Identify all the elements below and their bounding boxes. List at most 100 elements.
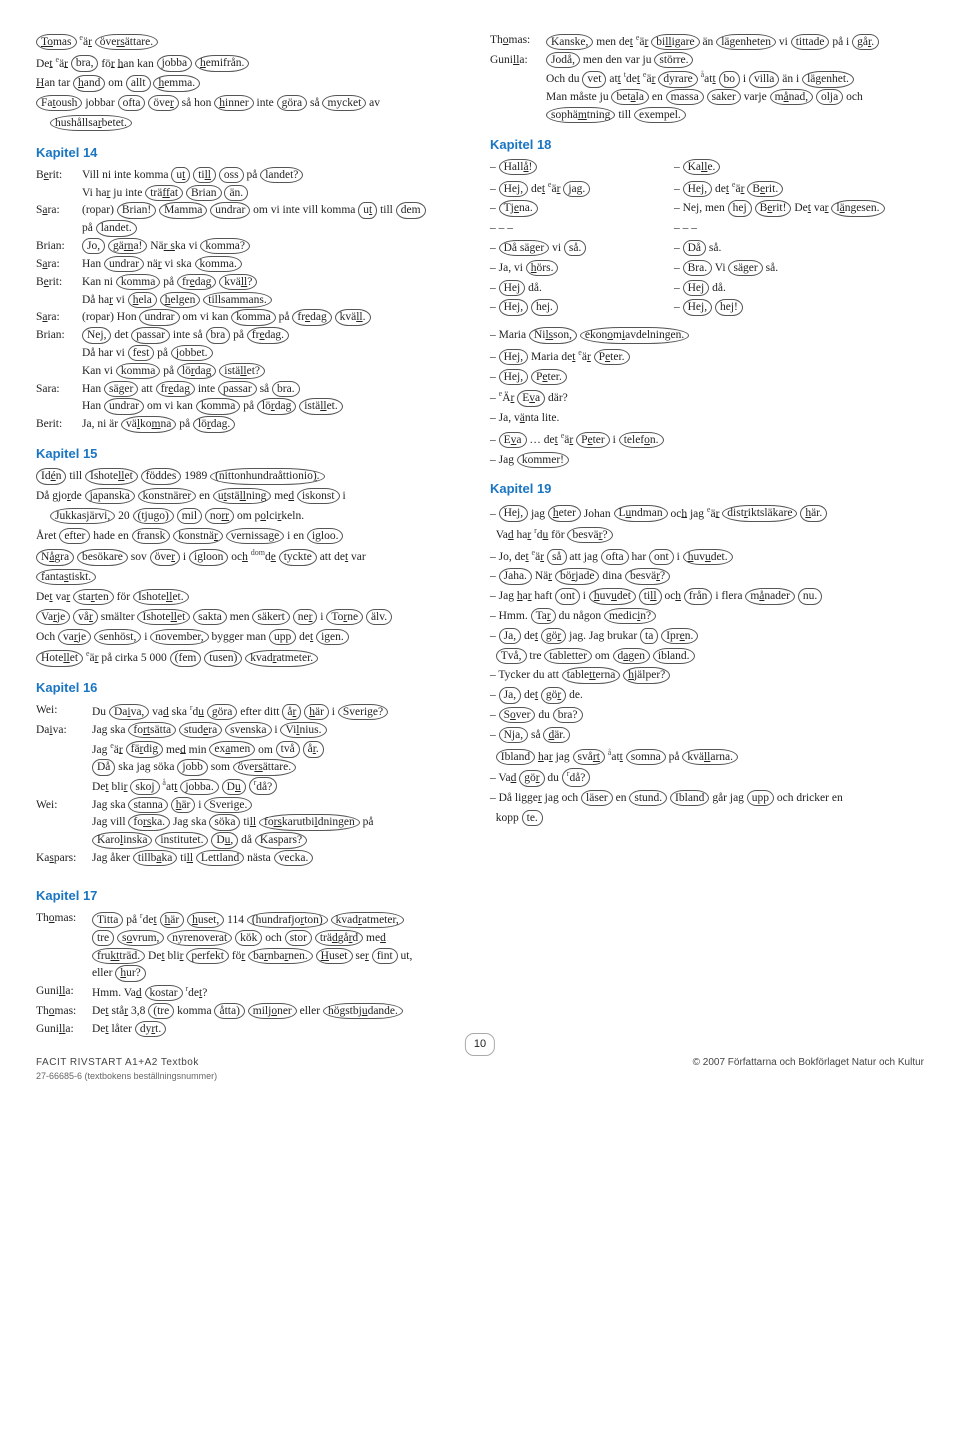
dialog-line: Det blir skoj åatt jobba. Du rdå? <box>36 777 470 797</box>
body-line: – Hallå! <box>490 159 650 177</box>
dialog-line: Thomas:Det står 3,8 (tre komma åtta) mil… <box>36 1003 476 1021</box>
dialog-line: Sara:(ropar) Brian! Mamma undrar om vi i… <box>36 202 470 220</box>
dialog-line: Brian:Nej, det passar inte så bra på fre… <box>36 327 470 345</box>
body-line: – Hmm. Tar du någon medicin? <box>490 608 924 626</box>
footer-left-sub: 27-66685-6 (textbokens beställningsnumme… <box>36 1070 217 1084</box>
body-line: Det var starten för Ishotellet. <box>36 589 470 607</box>
chapter-heading: Kapitel 16 <box>36 678 470 698</box>
body-line: – Hej, hej. <box>490 299 650 317</box>
dialog-line: Thomas:Kanske, men det eär billigare än … <box>490 32 924 52</box>
body-line: – – – <box>674 220 924 238</box>
pre-line: Tomas eär översättare. <box>36 32 470 52</box>
dialog-line: Kan vi komma på lördag istället? <box>36 363 470 381</box>
dialog-line: tre sovrum, nyrenoverat kök och stor trä… <box>36 930 476 948</box>
body-line: – eÄr Eva där? <box>490 388 924 408</box>
body-line: – Nja, så där. <box>490 727 924 745</box>
footer: FACIT RIVSTART A1+A2 Textbok 27-66685-6 … <box>36 1055 924 1084</box>
dialog-line: Sara:(ropar) Hon undrar om vi kan komma … <box>36 309 470 327</box>
k18-two-col: – Hallå! – Hej, det eär jag. – Tjena. – … <box>490 159 924 319</box>
body-line: Ibland har jag svårt åatt somna på kväll… <box>490 747 924 767</box>
body-line: Då gjorde japanska konstnärer en utställ… <box>36 488 470 506</box>
pre-line: Fatoush jobbar ofta över så hon hinner i… <box>36 95 470 113</box>
dialog-line: Berit:Ja, ni är välkomna på lördag. <box>36 416 470 434</box>
dialog-line: Karolinska institutet. Du, då Kaspars? <box>36 832 470 850</box>
dialog-line: sophämtning till exempel. <box>490 107 924 125</box>
body-line: Några besökare sov över i igloon och dom… <box>36 547 470 567</box>
body-line: Idén till Ishotellet föddes 1989 (nitton… <box>36 468 470 486</box>
body-line: – Tycker du att tabletterna hjälper? <box>490 667 924 685</box>
body-line: – Då säger vi så. <box>490 240 650 258</box>
chapter-heading: Kapitel 17 <box>36 886 924 906</box>
body-line: – Ja, vänta lite. <box>490 410 924 428</box>
dialog-line: Wei:Jag ska stanna här i Sverige. <box>36 797 470 815</box>
body-line: – Hej, hej! <box>674 299 924 317</box>
dialog-line: Då har vi hela helgen tillsammans. <box>36 292 470 310</box>
body-line: – Hej, det eär Berit. <box>674 179 924 199</box>
body-line: Hotellet eär på cirka 5 000 (fem tusen) … <box>36 648 470 668</box>
body-line: – Kalle. <box>674 159 924 177</box>
chapter-heading: Kapitel 19 <box>490 479 924 499</box>
dialog-line: Sara:Han undrar när vi ska komma. <box>36 256 470 274</box>
body-line: – Hej, det eär jag. <box>490 179 650 199</box>
footer-right: © 2007 Författarna och Bokförlaget Natur… <box>693 1055 924 1084</box>
dialog-line: Man måste ju betala en massa saker varje… <box>490 89 924 107</box>
body-line: – Nej, men hej Berit! Det var längesen. <box>674 200 924 218</box>
body-line: – Ja, det gör de. <box>490 687 924 705</box>
pre-line: Det eär bra, för han kan jobba hemifrån. <box>36 54 470 74</box>
page-number: 10 <box>465 1033 495 1056</box>
body-line: – Ja, det gör jag. Jag brukar ta Ipren. <box>490 628 924 646</box>
body-line: – Hej, Peter. <box>490 369 924 387</box>
footer-left-main: FACIT RIVSTART A1+A2 Textbok <box>36 1055 217 1071</box>
body-line: Vad har rdu för besvär? <box>490 525 924 545</box>
dialog-line: Jag eär färdig med min examen om två år. <box>36 740 470 760</box>
body-line: – Eva … det eär Peter i telefon. <box>490 430 924 450</box>
dialog-line: Thomas:Titta på rdet här huset, 114 (hun… <box>36 910 476 930</box>
body-line: kopp te. <box>490 810 924 828</box>
body-line: – Maria Nilsson, ekonomiavdelningen. <box>490 327 924 345</box>
dialog-line: Vi har ju inte träffat Brian än. <box>36 185 470 203</box>
dialog-line: Brian:Jo, gärna! När ska vi komma? <box>36 238 470 256</box>
body-line: – Hej, Maria det eär Peter. <box>490 347 924 367</box>
dialog-line: fruktträd. Det blir perfekt för barnbarn… <box>36 948 476 966</box>
pre-line: Han tar hand om allt hemma. <box>36 75 470 93</box>
pre-line: hushållsarbetet. <box>36 115 470 133</box>
body-line: – Då så. <box>674 240 924 258</box>
two-column-layout: Tomas eär översättare. Det eär bra, för … <box>36 32 924 868</box>
body-line: fantastiskt. <box>36 569 470 587</box>
dialog-line: Gunilla:Jodå, men den var ju större. <box>490 52 924 70</box>
body-line: – Hej då. <box>674 280 924 298</box>
body-line: – Vad gör du rdå? <box>490 768 924 788</box>
dialog-line: Daiva:Jag ska fortsätta studera svenska … <box>36 722 470 740</box>
body-line: Varje vår smälter Ishotellet sakta men s… <box>36 609 470 627</box>
body-line: Och varje senhöst, i november, bygger ma… <box>36 629 470 647</box>
body-line: – Hej, jag heter Johan Lundman och jag e… <box>490 504 924 524</box>
left-column: Tomas eär översättare. Det eär bra, för … <box>36 32 470 868</box>
right-column: Thomas:Kanske, men det eär billigare än … <box>490 32 924 868</box>
dialog-line: på landet. <box>36 220 470 238</box>
chapter-heading: Kapitel 15 <box>36 444 470 464</box>
chapter-heading: Kapitel 18 <box>490 135 924 155</box>
body-line: – Jaha. När började dina besvär? <box>490 568 924 586</box>
dialog-line: Wei:Du Daiva, vad ska rdu göra efter dit… <box>36 702 470 722</box>
body-line: Jukkasjärvi, 20 (tjugo) mil norr om polc… <box>36 508 470 526</box>
dialog-line: Kaspars:Jag åker tillbaka till Lettland … <box>36 850 470 868</box>
chapter-heading: Kapitel 14 <box>36 143 470 163</box>
dialog-line: Och du vet att tdet eär dyrare åatt bo i… <box>490 69 924 89</box>
body-line: – Då ligger jag och läser en stund. Ibla… <box>490 790 924 808</box>
dialog-line: Gunilla:Hmm. Vad kostar rdet? <box>36 983 476 1003</box>
dialog-line: Jag vill forska. Jag ska söka till forsk… <box>36 814 470 832</box>
body-line: – Hej då. <box>490 280 650 298</box>
dialog-line: Då har vi fest på jobbet. <box>36 345 470 363</box>
dialog-line: Gunilla:Det låter dyrt. <box>36 1021 476 1039</box>
body-line: – Tjena. <box>490 200 650 218</box>
dialog-line: Han undrar om vi kan komma på lördag ist… <box>36 398 470 416</box>
dialog-line: Då ska jag söka jobb som översättare. <box>36 759 470 777</box>
body-line: Två, tre tabletter om dagen ibland. <box>490 648 924 666</box>
dialog-line: Berit:Vill ni inte komma ut till oss på … <box>36 167 470 185</box>
body-line: – Jag kommer! <box>490 452 924 470</box>
body-line: Året efter hade en fransk konstnär verni… <box>36 528 470 546</box>
dialog-line: Berit:Kan ni komma på fredag kväll? <box>36 274 470 292</box>
dialog-line: eller hur? <box>36 965 476 983</box>
body-line: – Bra. Vi säger så. <box>674 260 924 278</box>
body-line: – – – <box>490 220 650 238</box>
